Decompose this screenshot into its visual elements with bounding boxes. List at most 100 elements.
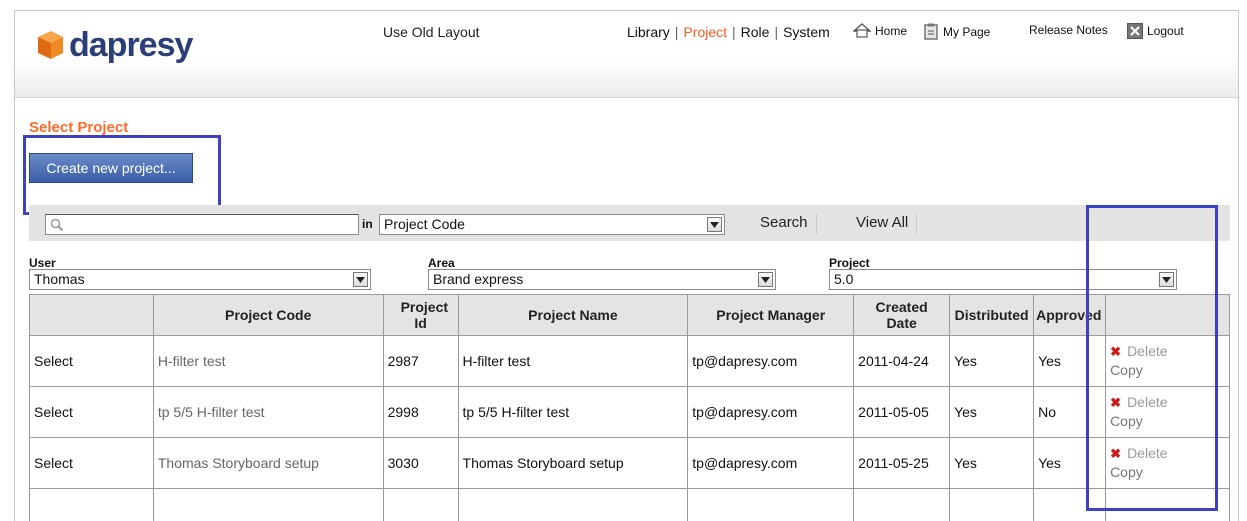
select-link[interactable]: Select <box>29 386 154 438</box>
logo[interactable]: dapresy <box>35 25 193 64</box>
cube-logo-icon <box>38 31 63 59</box>
search-field-value: Project Code <box>384 216 465 232</box>
delete-label: Delete <box>1127 445 1168 461</box>
actions-cell: ✖ Delete Copy <box>1105 437 1230 489</box>
page-title: Select Project <box>29 119 129 136</box>
table-row <box>29 488 1230 521</box>
column-header-actions <box>1105 294 1230 336</box>
chevron-down-icon[interactable] <box>707 217 722 232</box>
release-notes-label: Release Notes <box>1029 23 1108 37</box>
header: dapresy Use Old Layout Library | Project… <box>15 11 1238 98</box>
search-button[interactable]: Search <box>760 214 817 234</box>
project-name-cell: H-filter test <box>457 335 689 387</box>
search-field-select[interactable]: Project Code <box>379 214 725 235</box>
home-link[interactable]: Home <box>853 23 907 38</box>
nav-system[interactable]: System <box>783 24 830 40</box>
created-date-cell: 2011-05-25 <box>853 437 951 489</box>
use-old-layout-link[interactable]: Use Old Layout <box>383 24 480 40</box>
table-row: Select H-filter test 2987 H-filter test … <box>29 335 1230 387</box>
my-page-label: My Page <box>943 24 991 39</box>
chevron-down-icon[interactable] <box>353 272 368 287</box>
column-header-created-date-label: Created Date <box>875 299 928 331</box>
project-manager-cell: tp@dapresy.com <box>687 386 855 438</box>
column-header-approved[interactable]: Approved <box>1033 294 1107 336</box>
main-content: Select Project Create new project... in … <box>15 99 1238 521</box>
column-header-distributed[interactable]: Distributed <box>949 294 1035 336</box>
delete-label: Delete <box>1127 343 1168 359</box>
column-header-project-code[interactable]: Project Code <box>152 294 384 336</box>
project-name-cell: Thomas Storyboard setup <box>457 437 689 489</box>
top-nav: Library | Project | Role | System <box>627 24 830 40</box>
project-filter-value: 5.0 <box>834 271 854 287</box>
search-input[interactable] <box>45 214 359 235</box>
project-filter-select[interactable]: 5.0 <box>829 269 1177 290</box>
distributed-cell: Yes <box>949 386 1035 438</box>
home-icon <box>853 23 871 38</box>
area-filter-value: Brand express <box>433 271 524 287</box>
delete-icon: ✖ <box>1110 395 1122 410</box>
project-id-cell: 3030 <box>382 437 459 489</box>
copy-link[interactable]: Copy <box>1110 361 1229 380</box>
area-filter-label: Area <box>428 256 455 270</box>
in-label: in <box>362 217 373 231</box>
delete-icon: ✖ <box>1110 344 1122 359</box>
table-row: Select Thomas Storyboard setup 3030 Thom… <box>29 437 1230 489</box>
project-filter-label: Project <box>829 256 870 270</box>
project-code-link[interactable]: tp 5/5 H-filter test <box>152 386 384 438</box>
column-header-select <box>29 294 154 336</box>
brand-name: dapresy <box>69 25 193 64</box>
user-filter-value: Thomas <box>34 271 85 287</box>
delete-icon: ✖ <box>1110 446 1122 461</box>
column-header-project-id[interactable]: Project Id <box>382 294 459 336</box>
project-code-link[interactable]: Thomas Storyboard setup <box>152 437 384 489</box>
area-filter-select[interactable]: Brand express <box>428 269 776 290</box>
project-code-link[interactable]: H-filter test <box>152 335 384 387</box>
delete-label: Delete <box>1127 394 1168 410</box>
column-header-project-manager[interactable]: Project Manager <box>687 294 855 336</box>
nav-separator: | <box>774 24 779 40</box>
actions-cell: ✖ Delete Copy <box>1105 335 1230 387</box>
column-header-created-date[interactable]: Created Date <box>853 294 951 336</box>
copy-link[interactable]: Copy <box>1110 463 1229 482</box>
project-manager-cell: tp@dapresy.com <box>687 335 855 387</box>
release-notes-link[interactable]: Release Notes <box>1029 23 1108 37</box>
home-label: Home <box>875 23 908 38</box>
table-header-row: Project Code Project Id Project Name Pro… <box>29 294 1230 336</box>
view-all-button[interactable]: View All <box>856 214 918 234</box>
approved-cell: Yes <box>1033 437 1107 489</box>
copy-link[interactable]: Copy <box>1110 412 1229 431</box>
delete-link[interactable]: ✖ Delete <box>1110 444 1229 463</box>
nav-library[interactable]: Library <box>627 24 670 40</box>
approved-cell: No <box>1033 386 1107 438</box>
nav-role[interactable]: Role <box>741 24 770 40</box>
select-link[interactable]: Select <box>29 437 154 489</box>
projects-table: Project Code Project Id Project Name Pro… <box>29 294 1230 521</box>
project-name-cell: tp 5/5 H-filter test <box>457 386 689 438</box>
delete-link[interactable]: ✖ Delete <box>1110 342 1229 361</box>
distributed-cell: Yes <box>949 335 1035 387</box>
project-manager-cell: tp@dapresy.com <box>687 437 855 489</box>
user-filter-select[interactable]: Thomas <box>29 269 371 290</box>
nav-separator: | <box>674 24 679 40</box>
distributed-cell: Yes <box>949 437 1035 489</box>
table-row: Select tp 5/5 H-filter test 2998 tp 5/5 … <box>29 386 1230 438</box>
highlight-box-create <box>23 135 221 215</box>
created-date-cell: 2011-05-05 <box>853 386 951 438</box>
close-box-icon <box>1127 23 1143 39</box>
nav-project[interactable]: Project <box>683 24 727 40</box>
delete-link[interactable]: ✖ Delete <box>1110 393 1229 412</box>
chevron-down-icon[interactable] <box>758 272 773 287</box>
select-link[interactable]: Select <box>29 335 154 387</box>
actions-cell: ✖ Delete Copy <box>1105 386 1230 438</box>
logout-link[interactable]: Logout <box>1127 23 1184 39</box>
clipboard-icon <box>924 23 938 40</box>
project-id-cell: 2987 <box>382 335 459 387</box>
chevron-down-icon[interactable] <box>1159 272 1174 287</box>
app-frame: dapresy Use Old Layout Library | Project… <box>14 10 1239 521</box>
nav-separator: | <box>732 24 736 40</box>
approved-cell: Yes <box>1033 335 1107 387</box>
column-header-project-name[interactable]: Project Name <box>457 294 689 336</box>
search-bar: in Project Code Search View All <box>29 205 1230 241</box>
my-page-link[interactable]: My Page <box>923 23 990 40</box>
logout-label: Logout <box>1147 24 1184 38</box>
